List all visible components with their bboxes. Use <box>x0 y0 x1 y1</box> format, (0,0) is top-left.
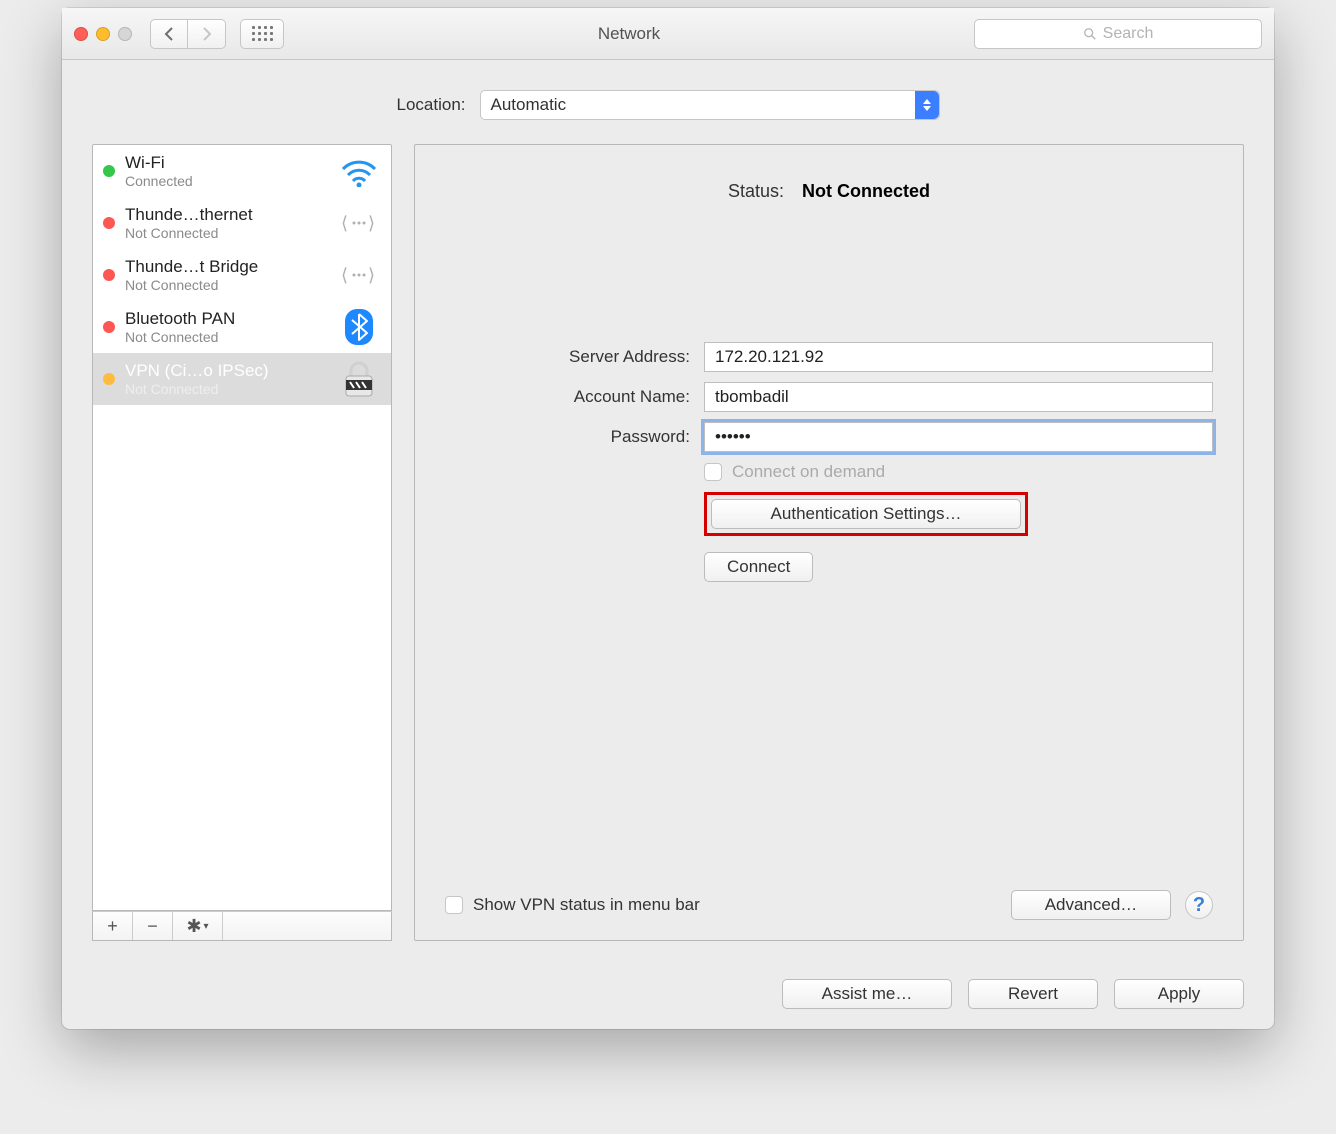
content-panel: Status: Not Connected Server Address: Ac… <box>414 144 1244 941</box>
account-name-row: Account Name: <box>445 382 1213 412</box>
ethernet-icon: ⟨⟩ <box>337 205 381 241</box>
close-window-button[interactable] <box>74 27 88 41</box>
service-name: VPN (Ci…o IPSec) <box>125 361 327 381</box>
service-name: Thunde…t Bridge <box>125 257 327 277</box>
service-item-bluetooth-pan[interactable]: Bluetooth PAN Not Connected <box>93 301 391 353</box>
assist-me-button[interactable]: Assist me… <box>782 979 952 1009</box>
lock-icon <box>337 361 381 397</box>
status-dot-icon <box>103 321 115 333</box>
show-vpn-status-checkbox[interactable] <box>445 896 463 914</box>
search-icon <box>1083 27 1097 41</box>
service-name: Wi-Fi <box>125 153 327 173</box>
service-status: Connected <box>125 173 327 189</box>
window-title: Network <box>292 24 966 44</box>
vpn-form: Server Address: Account Name: Password: … <box>445 342 1213 582</box>
service-item-thunderbolt-ethernet[interactable]: Thunde…thernet Not Connected ⟨⟩ <box>93 197 391 249</box>
sidebar-toolbar: + − ✱▾ <box>92 911 392 941</box>
forward-button[interactable] <box>188 19 226 49</box>
status-dot-icon <box>103 217 115 229</box>
nav-buttons <box>150 19 226 49</box>
apply-button[interactable]: Apply <box>1114 979 1244 1009</box>
connect-on-demand-label: Connect on demand <box>732 462 885 482</box>
svg-text:⟩: ⟩ <box>368 265 375 285</box>
status-dot-icon <box>103 165 115 177</box>
annotation-highlight: Authentication Settings… <box>704 492 1028 536</box>
service-item-wifi[interactable]: Wi-Fi Connected <box>93 145 391 197</box>
server-address-input[interactable] <box>704 342 1213 372</box>
password-label: Password: <box>445 427 690 447</box>
preferences-window: Network Search Location: Automatic Wi-Fi… <box>62 8 1274 1029</box>
service-status: Not Connected <box>125 381 327 397</box>
password-input[interactable] <box>704 422 1213 452</box>
service-name: Bluetooth PAN <box>125 309 327 329</box>
svg-text:⟩: ⟩ <box>368 213 375 233</box>
location-label: Location: <box>397 95 466 115</box>
content-footer: Show VPN status in menu bar Advanced… ? <box>445 870 1213 920</box>
gear-icon: ✱ <box>186 916 201 937</box>
service-item-vpn[interactable]: VPN (Ci…o IPSec) Not Connected <box>93 353 391 405</box>
advanced-button[interactable]: Advanced… <box>1011 890 1171 920</box>
connect-button[interactable]: Connect <box>704 552 813 582</box>
account-name-input[interactable] <box>704 382 1213 412</box>
back-button[interactable] <box>150 19 188 49</box>
ethernet-icon: ⟨⟩ <box>337 257 381 293</box>
show-vpn-status-label: Show VPN status in menu bar <box>473 895 700 915</box>
bluetooth-icon <box>337 309 381 345</box>
traffic-lights <box>74 27 132 41</box>
location-row: Location: Automatic <box>62 60 1274 144</box>
status-row: Status: Not Connected <box>445 181 1213 202</box>
service-item-thunderbolt-bridge[interactable]: Thunde…t Bridge Not Connected ⟨⟩ <box>93 249 391 301</box>
service-status: Not Connected <box>125 277 327 293</box>
search-placeholder: Search <box>1103 25 1154 43</box>
service-actions-button[interactable]: ✱▾ <box>173 912 223 940</box>
authentication-settings-button[interactable]: Authentication Settings… <box>711 499 1021 529</box>
server-address-label: Server Address: <box>445 347 690 367</box>
remove-service-button[interactable]: − <box>133 912 173 940</box>
service-status: Not Connected <box>125 225 327 241</box>
add-service-button[interactable]: + <box>93 912 133 940</box>
titlebar: Network Search <box>62 8 1274 60</box>
server-address-row: Server Address: <box>445 342 1213 372</box>
svg-text:⟨: ⟨ <box>341 213 348 233</box>
chevron-right-icon <box>201 26 213 42</box>
status-dot-icon <box>103 269 115 281</box>
body: Wi-Fi Connected Thunde…thernet Not Conne… <box>62 144 1274 961</box>
wifi-icon <box>337 153 381 189</box>
status-label: Status: <box>728 181 784 202</box>
help-button[interactable]: ? <box>1185 891 1213 919</box>
grid-icon <box>252 26 273 41</box>
select-arrows-icon <box>915 91 939 119</box>
status-value: Not Connected <box>802 181 930 202</box>
chevron-left-icon <box>163 26 175 42</box>
show-all-button[interactable] <box>240 19 284 49</box>
svg-text:⟨: ⟨ <box>341 265 348 285</box>
service-status: Not Connected <box>125 329 327 345</box>
connect-row: Connect <box>445 552 1213 582</box>
chevron-down-icon: ▾ <box>204 921 209 932</box>
password-row: Password: <box>445 422 1213 452</box>
minimize-window-button[interactable] <box>96 27 110 41</box>
status-dot-icon <box>103 373 115 385</box>
service-name: Thunde…thernet <box>125 205 327 225</box>
service-list: Wi-Fi Connected Thunde…thernet Not Conne… <box>92 144 392 911</box>
zoom-window-button[interactable] <box>118 27 132 41</box>
search-input[interactable]: Search <box>974 19 1262 49</box>
account-name-label: Account Name: <box>445 387 690 407</box>
auth-settings-row: Authentication Settings… <box>445 492 1213 536</box>
bottom-button-row: Assist me… Revert Apply <box>62 961 1274 1029</box>
location-value: Automatic <box>491 95 567 115</box>
connect-on-demand-row: Connect on demand <box>445 462 1213 482</box>
revert-button[interactable]: Revert <box>968 979 1098 1009</box>
location-select[interactable]: Automatic <box>480 90 940 120</box>
sidebar: Wi-Fi Connected Thunde…thernet Not Conne… <box>92 144 392 941</box>
connect-on-demand-checkbox[interactable] <box>704 463 722 481</box>
